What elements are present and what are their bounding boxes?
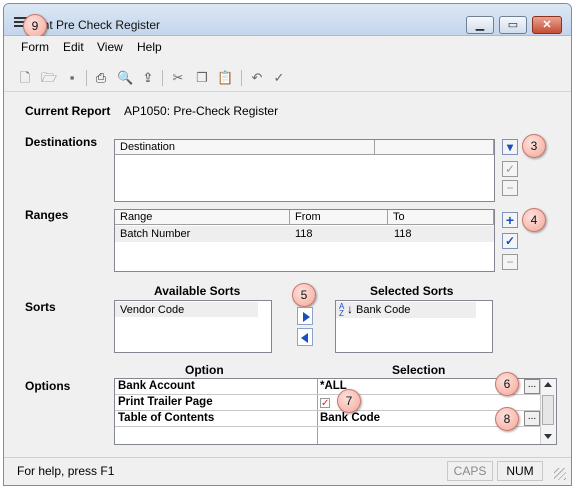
destination-extra-header [375, 140, 494, 155]
option-name: Bank Account [118, 380, 195, 392]
callout-4: 4 [522, 208, 546, 232]
maximize-button[interactable]: ▭ [499, 16, 527, 34]
option-name: Table of Contents [118, 412, 215, 424]
option-header: Option [185, 363, 224, 377]
callout-7: 7 [337, 389, 361, 413]
available-sorts-list[interactable]: Vendor Code [114, 300, 272, 353]
scroll-up-icon[interactable] [544, 382, 552, 387]
callout-3: 3 [522, 134, 546, 158]
range-column-header[interactable]: Range [115, 210, 290, 225]
options-scrollbar[interactable] [540, 379, 556, 444]
sort-arrow-glyph: ↓ [347, 302, 353, 316]
status-bar: For help, press F1 CAPS NUM [4, 457, 571, 483]
destinations-label: Destinations [25, 135, 98, 149]
range-name: Batch Number [120, 228, 191, 240]
range-check-button[interactable]: ✓ [502, 233, 518, 249]
destination-check-button[interactable]: ✓ [502, 161, 518, 177]
table-of-contents-lookup-button[interactable]: ... [524, 411, 540, 426]
print-preview-icon[interactable]: 🔍 [117, 70, 133, 86]
ranges-label: Ranges [25, 208, 69, 222]
close-button[interactable]: ✕ [532, 16, 562, 34]
copy-icon[interactable]: ❐ [194, 70, 210, 86]
scroll-down-icon[interactable] [544, 434, 552, 439]
cut-icon[interactable]: ✂ [170, 70, 186, 86]
callout-5: 5 [292, 283, 316, 307]
option-row-bank-account[interactable]: Bank Account *ALL ... [115, 379, 540, 395]
option-row-table-of-contents[interactable]: Table of Contents Bank Code ... [115, 411, 540, 427]
option-selection[interactable]: Bank Code [320, 412, 380, 424]
range-to[interactable]: 118 [394, 228, 412, 240]
sort-ascending-icon: AZ [339, 302, 345, 318]
toolbar-separator [162, 70, 163, 86]
title-bar: Print Pre Check Register 9 ▁ ▭ ✕ [4, 4, 571, 38]
options-grid[interactable]: Bank Account *ALL ... Print Trailer Page… [114, 378, 557, 445]
print-trailer-page-checkbox[interactable]: ✓ [320, 398, 330, 409]
toolbar: 🗋 🗁 ▪ ⎙ 🔍 ⇪ ✂ ❐ 📋 ↶ ✓ [4, 62, 571, 92]
right-arrow-icon [303, 312, 310, 322]
open-folder-icon[interactable]: 🗁 [41, 70, 57, 86]
current-report-label: Current Report [25, 104, 111, 118]
destination-dropdown-button[interactable]: ▾ [502, 139, 518, 155]
selected-sorts-title: Selected Sorts [370, 284, 454, 298]
add-sort-button[interactable] [297, 307, 313, 325]
available-sort-item[interactable]: Vendor Code [115, 302, 258, 317]
left-arrow-icon [301, 333, 308, 343]
remove-sort-button[interactable] [297, 328, 313, 346]
option-name: Print Trailer Page [118, 396, 213, 408]
selected-sort-label: Bank Code [356, 304, 411, 316]
ranges-grid[interactable]: Range From To Batch Number 118 118 [114, 209, 495, 272]
menu-form[interactable]: Form [21, 40, 49, 54]
undo-icon[interactable]: ↶ [249, 70, 265, 86]
options-label: Options [25, 379, 71, 393]
destination-remove-button[interactable]: − [502, 180, 518, 196]
to-column-header[interactable]: To [388, 210, 494, 225]
destination-column-header[interactable]: Destination [115, 140, 375, 155]
toolbar-separator [241, 70, 242, 86]
report-window: Print Pre Check Register 9 ▁ ▭ ✕ Form Ed… [3, 3, 572, 486]
selection-header: Selection [392, 363, 446, 377]
selected-sorts-list[interactable]: AZ ↓ Bank Code [335, 300, 493, 353]
num-indicator: NUM [497, 461, 543, 481]
callout-8: 8 [495, 407, 519, 431]
minimize-button[interactable]: ▁ [466, 16, 494, 34]
menu-view[interactable]: View [97, 40, 123, 54]
callout-9: 9 [23, 14, 47, 38]
bank-account-lookup-button[interactable]: ... [524, 379, 540, 394]
range-remove-button[interactable]: − [502, 254, 518, 270]
sorts-label: Sorts [25, 300, 56, 314]
spellcheck-icon[interactable]: ✓ [271, 70, 287, 86]
scroll-thumb[interactable] [542, 395, 554, 425]
resize-grip[interactable] [554, 468, 566, 480]
from-column-header[interactable]: From [290, 210, 388, 225]
range-add-button[interactable]: + [502, 212, 518, 228]
export-icon[interactable]: ⇪ [140, 70, 156, 86]
menu-help[interactable]: Help [137, 40, 162, 54]
current-report-value: AP1050: Pre-Check Register [124, 104, 279, 118]
range-row[interactable]: Batch Number 118 118 [115, 226, 494, 242]
selected-sort-item[interactable]: AZ ↓ Bank Code [336, 302, 476, 318]
print-icon[interactable]: ⎙ [93, 70, 109, 86]
callout-6: 6 [495, 372, 519, 396]
save-icon[interactable]: ▪ [64, 70, 80, 86]
range-from[interactable]: 118 [295, 228, 313, 240]
paste-icon[interactable]: 📋 [217, 70, 233, 86]
option-row-print-trailer-page[interactable]: Print Trailer Page ✓ [115, 395, 540, 411]
destinations-grid[interactable]: Destination [114, 139, 495, 202]
status-help-text: For help, press F1 [17, 464, 115, 478]
available-sorts-title: Available Sorts [154, 284, 241, 298]
toolbar-separator [86, 70, 87, 86]
new-file-icon[interactable]: 🗋 [17, 70, 33, 86]
caps-indicator: CAPS [447, 461, 493, 481]
menu-bar: Form Edit View Help [4, 36, 571, 58]
window-title: Print Pre Check Register [28, 18, 161, 32]
menu-edit[interactable]: Edit [63, 40, 84, 54]
